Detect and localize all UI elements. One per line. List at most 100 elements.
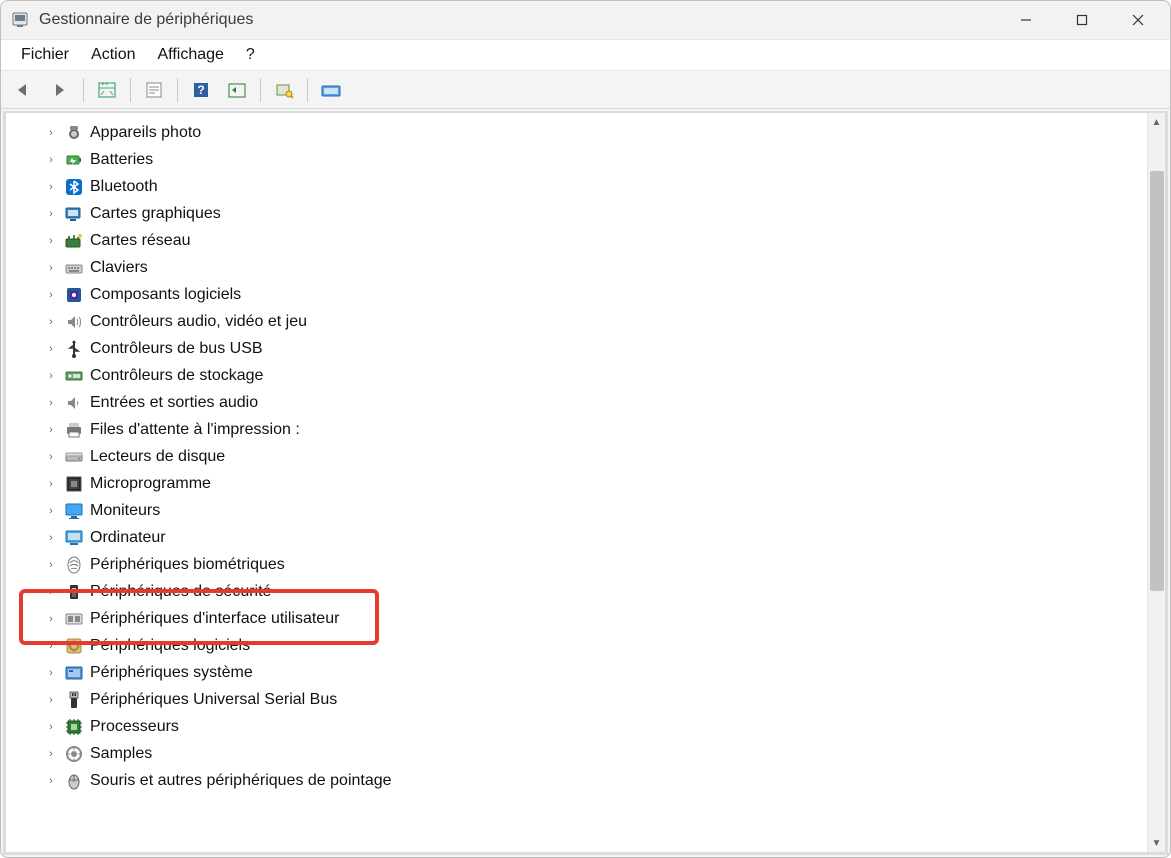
tree-node[interactable]: › Contrôleurs de bus USB xyxy=(20,335,1147,362)
minimize-button[interactable] xyxy=(998,2,1054,38)
toolbar-separator xyxy=(130,78,131,102)
expander-icon[interactable]: › xyxy=(44,342,58,356)
expander-icon[interactable]: › xyxy=(44,477,58,491)
expander-icon[interactable]: › xyxy=(44,450,58,464)
refresh-icon[interactable] xyxy=(220,76,254,104)
tree-node[interactable]: ›Périphériques de sécurité xyxy=(20,578,1147,605)
tree-node[interactable]: › Contrôleurs de stockage xyxy=(20,362,1147,389)
tree-node[interactable]: ›Batteries xyxy=(20,146,1147,173)
help-icon[interactable]: ? xyxy=(184,76,218,104)
mouse-icon xyxy=(64,771,84,791)
add-legacy-icon[interactable] xyxy=(314,76,348,104)
expander-icon[interactable]: › xyxy=(44,396,58,410)
tree-node-label: Contrôleurs de stockage xyxy=(90,367,263,385)
computer-icon xyxy=(64,528,84,548)
tree-node-label: Périphériques Universal Serial Bus xyxy=(90,691,337,709)
tree-node[interactable]: › Processeurs xyxy=(20,713,1147,740)
tree-node-label: Samples xyxy=(90,745,152,763)
expander-icon[interactable]: › xyxy=(44,288,58,302)
window-title: Gestionnaire de périphériques xyxy=(39,11,253,29)
tree-node[interactable]: ›Périphériques système xyxy=(20,659,1147,686)
expander-icon[interactable]: › xyxy=(44,666,58,680)
tree-node-label: Appareils photo xyxy=(90,124,201,142)
expander-icon[interactable]: › xyxy=(44,720,58,734)
menu-fichier[interactable]: Fichier xyxy=(11,42,79,68)
toolbar-separator xyxy=(83,78,84,102)
tree-node-label: Processeurs xyxy=(90,718,179,736)
toolbar-separator xyxy=(177,78,178,102)
maximize-button[interactable] xyxy=(1054,2,1110,38)
tree-node[interactable]: › Contrôleurs audio, vidéo et jeu xyxy=(20,308,1147,335)
tree-node-label: Contrôleurs de bus USB xyxy=(90,340,263,358)
nav-back-icon[interactable] xyxy=(7,76,41,104)
printer-icon xyxy=(64,420,84,440)
tree-node[interactable]: › Ordinateur xyxy=(20,524,1147,551)
scroll-track[interactable] xyxy=(1148,131,1166,834)
expander-icon[interactable]: › xyxy=(44,261,58,275)
expander-icon[interactable]: › xyxy=(44,531,58,545)
tree-node[interactable]: › Moniteurs xyxy=(20,497,1147,524)
tree-node[interactable]: ›Lecteurs de disque xyxy=(20,443,1147,470)
tree-node-label: Cartes graphiques xyxy=(90,205,221,223)
monitor-icon xyxy=(64,501,84,521)
tree-node-label: Périphériques logiciels xyxy=(90,637,250,655)
tree-node-label: Contrôleurs audio, vidéo et jeu xyxy=(90,313,307,331)
show-hidden-icon[interactable] xyxy=(90,76,124,104)
tree-node[interactable]: ›Bluetooth xyxy=(20,173,1147,200)
tree-node-label: Moniteurs xyxy=(90,502,160,520)
expander-icon[interactable]: › xyxy=(44,693,58,707)
keyboard-icon xyxy=(64,258,84,278)
tree-node[interactable]: › Samples xyxy=(20,740,1147,767)
properties-icon[interactable] xyxy=(137,76,171,104)
scroll-down-icon[interactable]: ▼ xyxy=(1148,834,1166,852)
expander-icon[interactable]: › xyxy=(44,180,58,194)
speaker-icon xyxy=(64,312,84,332)
tree-node[interactable]: › Cartes réseau xyxy=(20,227,1147,254)
expander-icon[interactable]: › xyxy=(44,207,58,221)
expander-icon[interactable]: › xyxy=(44,315,58,329)
expander-icon[interactable]: › xyxy=(44,585,58,599)
tree-node[interactable]: › Périphériques logiciels xyxy=(20,632,1147,659)
device-manager-window: Gestionnaire de périphériques Fichier Ac… xyxy=(0,0,1171,858)
expander-icon[interactable]: › xyxy=(44,369,58,383)
tree-node-label: Ordinateur xyxy=(90,529,166,547)
tree-node[interactable]: ›Souris et autres périphériques de point… xyxy=(20,767,1147,794)
tree-node-label: Files d'attente à l'impression : xyxy=(90,421,300,439)
camera-icon xyxy=(64,123,84,143)
tree-node[interactable]: ›Claviers xyxy=(20,254,1147,281)
biometric-icon xyxy=(64,555,84,575)
tree-node[interactable]: ›Périphériques d'interface utilisateur xyxy=(20,605,1147,632)
tree-node[interactable]: › Appareils photo xyxy=(20,119,1147,146)
device-tree[interactable]: ›Appareils photo›Batteries›Bluetooth›Car… xyxy=(6,113,1147,852)
menu-help[interactable]: ? xyxy=(236,42,265,68)
tree-node[interactable]: ›Périphériques biométriques xyxy=(20,551,1147,578)
expander-icon[interactable]: › xyxy=(44,504,58,518)
expander-icon[interactable]: › xyxy=(44,423,58,437)
expander-icon[interactable]: › xyxy=(44,639,58,653)
tree-node[interactable]: › Périphériques Universal Serial Bus xyxy=(20,686,1147,713)
menu-action[interactable]: Action xyxy=(81,42,145,68)
tree-node[interactable]: › Files d'attente à l'impression : xyxy=(20,416,1147,443)
nav-forward-icon[interactable] xyxy=(43,76,77,104)
tree-node-label: Composants logiciels xyxy=(90,286,241,304)
expander-icon[interactable]: › xyxy=(44,126,58,140)
menu-affichage[interactable]: Affichage xyxy=(147,42,233,68)
scroll-thumb[interactable] xyxy=(1150,171,1164,591)
tree-node[interactable]: › Cartes graphiques xyxy=(20,200,1147,227)
tree-node[interactable]: › Composants logiciels xyxy=(20,281,1147,308)
hid-icon xyxy=(64,609,84,629)
expander-icon[interactable]: › xyxy=(44,558,58,572)
expander-icon[interactable]: › xyxy=(44,234,58,248)
tree-node-label: Cartes réseau xyxy=(90,232,191,250)
expander-icon[interactable]: › xyxy=(44,612,58,626)
close-button[interactable] xyxy=(1110,2,1166,38)
tree-node[interactable]: ›Microprogramme xyxy=(20,470,1147,497)
scroll-up-icon[interactable]: ▲ xyxy=(1148,113,1166,131)
scan-hardware-icon[interactable] xyxy=(267,76,301,104)
expander-icon[interactable]: › xyxy=(44,774,58,788)
samples-icon xyxy=(64,744,84,764)
tree-node[interactable]: ›Entrées et sorties audio xyxy=(20,389,1147,416)
expander-icon[interactable]: › xyxy=(44,747,58,761)
expander-icon[interactable]: › xyxy=(44,153,58,167)
vertical-scrollbar[interactable]: ▲ ▼ xyxy=(1147,113,1165,852)
